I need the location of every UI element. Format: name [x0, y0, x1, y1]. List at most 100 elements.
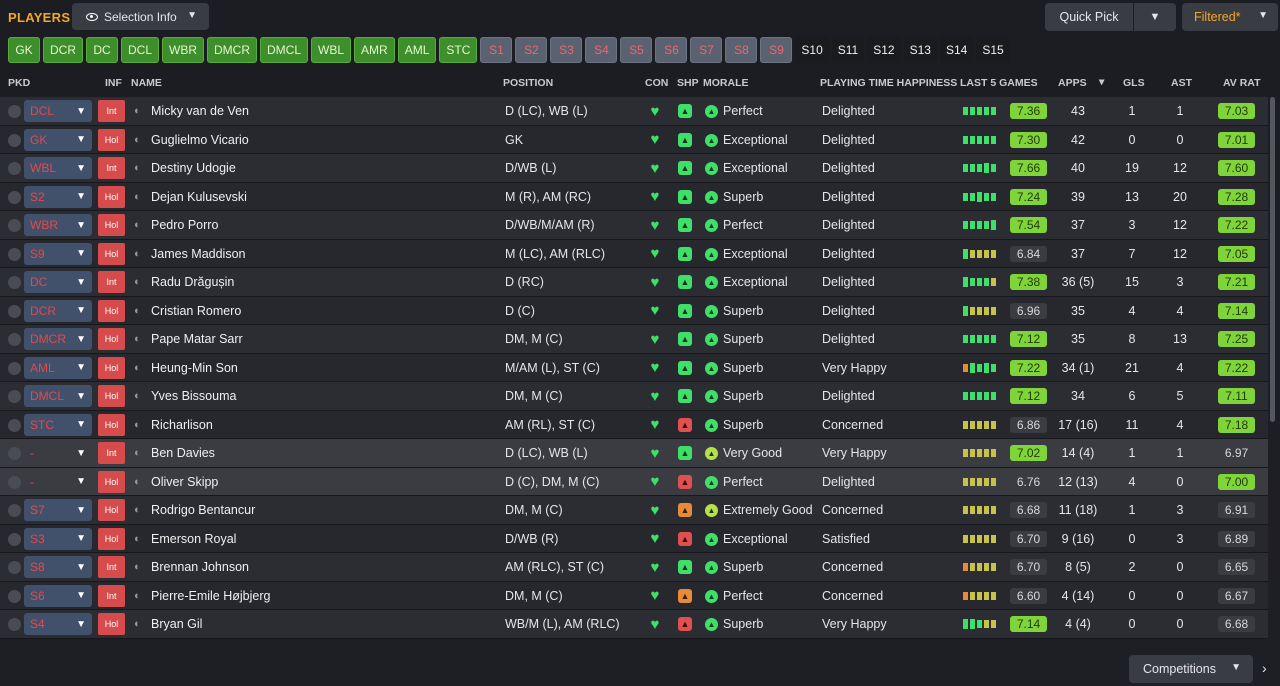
table-row[interactable]: S7 ▼ Hol ◐ Rodrigo Bentancur DM, M (C) ♥ ▲ ▲ Extr… — [0, 496, 1268, 525]
table-row[interactable]: STC ▼ Hol ◐ Richarlison AM (RL), ST (C) ♥ ▲ ▲ Sup… — [0, 410, 1268, 439]
player-name[interactable]: Heung-Min Son — [151, 354, 238, 382]
col-avrat[interactable]: AV RAT — [1223, 77, 1261, 89]
pick-checkbox[interactable] — [8, 304, 21, 318]
col-last5[interactable]: LAST 5 GAMES — [960, 77, 1038, 89]
inf-badge[interactable]: Int — [98, 271, 125, 293]
player-name[interactable]: Oliver Skipp — [151, 468, 218, 496]
col-name[interactable]: NAME — [131, 77, 162, 89]
pkd-selector[interactable]: S2 ▼ — [24, 185, 92, 208]
table-row[interactable]: DMCL ▼ Hol ◐ Yves Bissouma DM, M (C) ♥ ▲ ▲ Superb… — [0, 382, 1268, 411]
inf-badge[interactable]: Hol — [98, 128, 125, 151]
player-name[interactable]: Pierre-Emile Højbjerg — [151, 582, 270, 610]
inf-badge[interactable]: Hol — [98, 527, 125, 550]
pick-checkbox[interactable] — [8, 418, 21, 432]
position-chip[interactable]: DC — [86, 37, 118, 63]
table-row[interactable]: AML ▼ Hol ◐ Heung-Min Son M/AM (L), ST (C) ♥ ▲ ▲… — [0, 353, 1268, 382]
pkd-selector[interactable]: AML ▼ — [24, 356, 92, 379]
pick-checkbox[interactable] — [8, 361, 21, 375]
position-chip[interactable]: WBR — [162, 37, 205, 63]
col-morale[interactable]: MORALE — [703, 77, 749, 89]
pick-checkbox[interactable] — [8, 333, 21, 346]
table-row[interactable]: DCR ▼ Hol ◐ Cristian Romero D (C) ♥ ▲ ▲ Superb Del… — [0, 296, 1268, 325]
inf-badge[interactable]: Int — [98, 157, 125, 179]
inf-badge[interactable]: Hol — [98, 385, 125, 407]
pkd-selector[interactable]: S8 ▼ — [24, 556, 92, 578]
col-pkd[interactable]: PKD — [8, 77, 30, 89]
selection-info-button[interactable]: Selection Info ▼ — [72, 3, 209, 30]
position-chip[interactable]: S7 — [690, 37, 723, 63]
position-chip[interactable]: DMCL — [260, 37, 309, 63]
position-chip[interactable]: AML — [397, 37, 437, 63]
inf-badge[interactable]: Hol — [98, 613, 125, 635]
table-row[interactable]: - ▼ Int ◐ Ben Davies D (LC), WB (L) ♥ ▲ ▲ Very Go… — [0, 439, 1268, 468]
filter-button[interactable]: Filtered* ▼ — [1182, 3, 1278, 31]
player-name[interactable]: Guglielmo Vicario — [151, 126, 249, 154]
table-row[interactable]: S2 ▼ Hol ◐ Dejan Kulusevski M (R), AM (RC) ♥ ▲ ▲… — [0, 182, 1268, 211]
player-name[interactable]: Richarlison — [151, 411, 213, 439]
table-row[interactable]: S8 ▼ Int ◐ Brennan Johnson AM (RLC), ST (C) ♥ ▲… — [0, 553, 1268, 582]
position-chip[interactable]: S11 — [831, 37, 865, 63]
position-chip[interactable]: S10 — [795, 37, 829, 63]
player-name[interactable]: Dejan Kulusevski — [151, 183, 247, 211]
position-chip[interactable]: S9 — [760, 37, 793, 63]
competitions-button[interactable]: Competitions ▼ — [1129, 655, 1253, 683]
position-chip[interactable]: DMCR — [207, 37, 258, 63]
pick-checkbox[interactable] — [8, 504, 21, 517]
table-row[interactable]: S4 ▼ Hol ◐ Bryan Gil WB/M (L), AM (RLC) ♥ ▲ ▲ Sup… — [0, 610, 1268, 639]
inf-badge[interactable]: Hol — [98, 242, 125, 265]
pick-checkbox[interactable] — [8, 561, 21, 574]
player-name[interactable]: Brennan Johnson — [151, 553, 249, 581]
position-chip[interactable]: STC — [439, 37, 478, 63]
player-name[interactable]: Ben Davies — [151, 439, 215, 467]
inf-badge[interactable]: Hol — [98, 299, 125, 322]
col-shp[interactable]: SHP — [677, 77, 699, 89]
table-row[interactable]: - ▼ Hol ◐ Oliver Skipp D (C), DM, M (C) ♥ ▲ ▲ Per… — [0, 467, 1268, 496]
col-apps[interactable]: APPS — [1058, 77, 1087, 89]
pkd-selector[interactable]: S7 ▼ — [24, 499, 92, 521]
table-row[interactable]: DMCR ▼ Hol ◐ Pape Matar Sarr DM, M (C) ♥ ▲ ▲ Supe… — [0, 325, 1268, 354]
player-name[interactable]: Micky van de Ven — [151, 97, 249, 125]
pkd-selector[interactable]: - ▼ — [24, 442, 92, 464]
pkd-selector[interactable]: S6 ▼ — [24, 584, 92, 607]
position-chip[interactable]: GK — [8, 37, 40, 63]
pick-checkbox[interactable] — [8, 133, 21, 147]
inf-badge[interactable]: Hol — [98, 413, 125, 436]
inf-badge[interactable]: Int — [98, 100, 125, 122]
position-chip[interactable]: DCR — [43, 37, 83, 63]
position-chip[interactable]: S6 — [655, 37, 688, 63]
position-chip[interactable]: AMR — [354, 37, 395, 63]
inf-badge[interactable]: Int — [98, 556, 125, 578]
col-position[interactable]: POSITION — [503, 77, 553, 89]
player-name[interactable]: Cristian Romero — [151, 297, 241, 325]
position-chip[interactable]: S3 — [550, 37, 583, 63]
table-row[interactable]: WBL ▼ Int ◐ Destiny Udogie D/WB (L) ♥ ▲ ▲ Excepti… — [0, 154, 1268, 183]
pkd-selector[interactable]: S3 ▼ — [24, 527, 92, 550]
player-name[interactable]: Pape Matar Sarr — [151, 325, 243, 353]
pick-checkbox[interactable] — [8, 390, 21, 403]
position-chip[interactable]: S4 — [585, 37, 618, 63]
position-chip[interactable]: S2 — [515, 37, 548, 63]
pkd-selector[interactable]: DCR ▼ — [24, 299, 92, 322]
position-chip[interactable]: WBL — [311, 37, 352, 63]
pick-checkbox[interactable] — [8, 276, 21, 289]
inf-badge[interactable]: Hol — [98, 470, 125, 493]
player-name[interactable]: Pedro Porro — [151, 211, 218, 239]
quick-pick-dropdown[interactable]: ▼ — [1134, 3, 1176, 31]
pick-checkbox[interactable] — [8, 618, 21, 631]
inf-badge[interactable]: Int — [98, 442, 125, 464]
player-name[interactable]: Emerson Royal — [151, 525, 236, 553]
chevron-right-icon[interactable]: › — [1262, 660, 1267, 676]
col-gls[interactable]: GLS — [1123, 77, 1145, 89]
pkd-selector[interactable]: DC ▼ — [24, 271, 92, 293]
player-name[interactable]: James Maddison — [151, 240, 246, 268]
pkd-selector[interactable]: WBL ▼ — [24, 157, 92, 179]
col-inf[interactable]: INF — [105, 77, 122, 89]
position-chip[interactable]: S13 — [903, 37, 937, 63]
pkd-selector[interactable]: DMCL ▼ — [24, 385, 92, 407]
inf-badge[interactable]: Hol — [98, 328, 125, 350]
position-chip[interactable]: S14 — [939, 37, 974, 63]
player-name[interactable]: Radu Drăgușin — [151, 268, 234, 296]
pick-checkbox[interactable] — [8, 589, 21, 603]
pkd-selector[interactable]: WBR ▼ — [24, 214, 92, 236]
table-row[interactable]: S3 ▼ Hol ◐ Emerson Royal D/WB (R) ♥ ▲ ▲ Exception… — [0, 524, 1268, 553]
